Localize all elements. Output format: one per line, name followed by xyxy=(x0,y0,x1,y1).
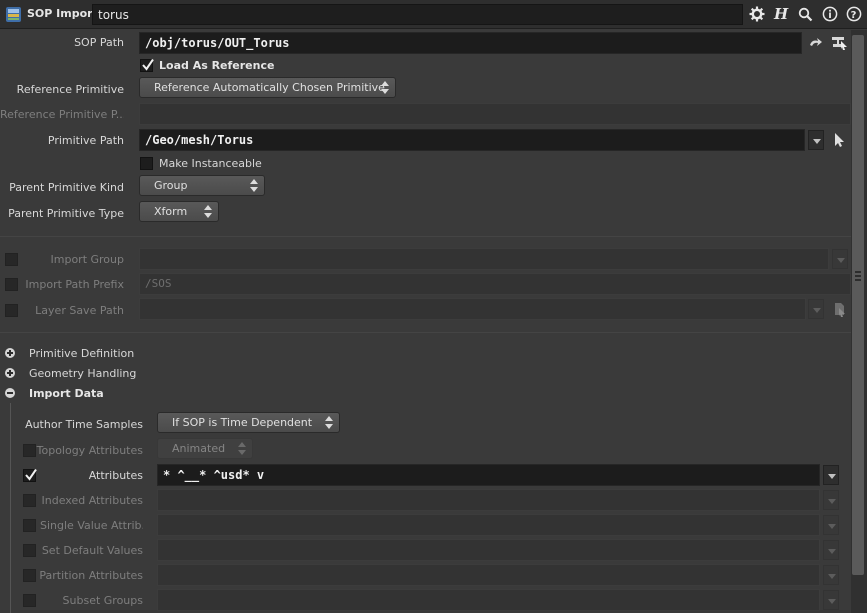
make-instanceable-label: Make Instanceable xyxy=(159,157,262,170)
single-value-attributes-checkbox[interactable] xyxy=(23,519,36,532)
reference-primitive-label: Reference Primitive xyxy=(16,83,124,96)
indexed-attributes-dropdown-button xyxy=(823,490,839,510)
menu-arrows-icon xyxy=(325,416,333,429)
info-icon[interactable] xyxy=(821,5,839,23)
import-group-dropdown-button xyxy=(832,249,848,269)
node-chooser-icon[interactable] xyxy=(830,33,848,51)
parent-primitive-kind-menu[interactable]: Group xyxy=(139,175,265,196)
collapse-minus-icon[interactable] xyxy=(5,388,15,398)
folder-indent-line xyxy=(10,403,11,613)
reference-primitive-path-label: Reference Primitive P... xyxy=(0,108,124,121)
expand-plus-icon[interactable] xyxy=(5,368,15,378)
layer-save-path-dropdown-button xyxy=(808,299,824,319)
folder-geometry-handling[interactable]: Geometry Handling xyxy=(29,367,136,380)
scrollbar-thumb[interactable] xyxy=(852,35,864,575)
folder-primitive-definition[interactable]: Primitive Definition xyxy=(29,347,134,360)
topology-attributes-label: Topology Attributes xyxy=(36,444,143,457)
gear-icon[interactable] xyxy=(748,5,766,23)
parent-primitive-type-menu[interactable]: Xform xyxy=(139,201,219,222)
load-as-reference-checkbox[interactable] xyxy=(140,58,154,72)
menu-arrows-icon xyxy=(238,442,246,455)
author-time-samples-label: Author Time Samples xyxy=(25,418,143,431)
set-default-values-label: Set Default Values xyxy=(41,544,143,557)
attributes-field[interactable]: * ^__* ^usd* v xyxy=(157,464,820,486)
scrollbar-grip xyxy=(855,279,861,281)
partition-attributes-label: Partition Attributes xyxy=(39,569,143,582)
import-group-field xyxy=(139,248,829,270)
svg-text:H: H xyxy=(773,5,789,23)
sop-import-node-icon xyxy=(6,7,21,22)
scrollbar-grip xyxy=(855,271,861,273)
layer-save-path-label: Layer Save Path xyxy=(35,304,124,317)
make-instanceable-checkbox[interactable] xyxy=(140,157,153,170)
topology-attributes-value: Animated xyxy=(172,442,226,455)
load-as-reference-label: Load As Reference xyxy=(159,59,275,72)
primitive-path-field[interactable]: /Geo/mesh/Torus xyxy=(139,129,805,151)
author-time-samples-value: If SOP is Time Dependent xyxy=(172,416,313,429)
single-value-attributes-field xyxy=(157,514,820,536)
primitive-path-dropdown-button[interactable] xyxy=(808,130,824,150)
import-group-label: Import Group xyxy=(50,253,125,266)
attributes-dropdown-button[interactable] xyxy=(823,465,839,485)
partition-attributes-field xyxy=(157,564,820,586)
import-path-prefix-label: Import Path Prefix xyxy=(25,278,124,291)
menu-arrows-icon xyxy=(204,205,212,218)
parent-primitive-kind-label: Parent Primitive Kind xyxy=(9,181,124,194)
indexed-attributes-label: Indexed Attributes xyxy=(41,494,144,507)
indexed-attributes-field xyxy=(157,489,820,511)
set-default-values-field xyxy=(157,539,820,561)
separator xyxy=(0,332,851,333)
folder-import-data[interactable]: Import Data xyxy=(29,387,104,400)
single-value-attributes-label: Single Value Attrib... xyxy=(40,519,143,532)
author-time-samples-menu[interactable]: If SOP is Time Dependent xyxy=(157,412,340,433)
expand-plus-icon[interactable] xyxy=(5,348,15,358)
reference-primitive-value: Reference Automatically Chosen Primitive xyxy=(154,81,385,94)
sop-path-field[interactable]: /obj/torus/OUT_Torus xyxy=(139,32,802,54)
help-h-icon[interactable]: H xyxy=(772,5,790,23)
scrollbar-grip xyxy=(855,275,861,277)
parent-primitive-type-label: Parent Primitive Type xyxy=(8,207,124,220)
menu-arrows-icon xyxy=(381,81,389,94)
search-icon[interactable] xyxy=(796,5,814,23)
subset-groups-label: Subset Groups xyxy=(62,594,143,607)
subset-groups-field xyxy=(157,589,820,611)
file-chooser-icon xyxy=(833,301,847,317)
partition-attributes-dropdown-button xyxy=(823,565,839,585)
menu-arrows-icon xyxy=(250,179,258,192)
attributes-label: Attributes xyxy=(88,469,143,482)
sop-path-label: SOP Path xyxy=(74,36,124,49)
jump-to-node-icon[interactable] xyxy=(808,35,824,51)
parent-primitive-type-value: Xform xyxy=(154,205,188,218)
parent-primitive-kind-value: Group xyxy=(154,179,188,192)
topology-attributes-menu: Animated xyxy=(157,438,253,459)
node-name-field[interactable] xyxy=(92,4,743,25)
primitive-path-label: Primitive Path xyxy=(47,134,124,147)
layer-save-path-field xyxy=(139,298,806,320)
reference-primitive-menu[interactable]: Reference Automatically Chosen Primitive xyxy=(139,77,396,98)
separator xyxy=(0,236,851,237)
parameter-header: SOP Import H ? xyxy=(0,0,867,29)
svg-text:?: ? xyxy=(851,10,857,21)
set-default-values-dropdown-button xyxy=(823,540,839,560)
subset-groups-dropdown-button xyxy=(823,590,839,610)
reference-primitive-path-field xyxy=(139,103,851,125)
select-primitive-arrow-icon[interactable] xyxy=(832,132,846,148)
question-icon[interactable]: ? xyxy=(845,5,863,23)
single-value-attributes-dropdown-button xyxy=(823,515,839,535)
import-path-prefix-field: /SOS xyxy=(139,273,851,295)
node-type-label: SOP Import xyxy=(27,7,98,20)
